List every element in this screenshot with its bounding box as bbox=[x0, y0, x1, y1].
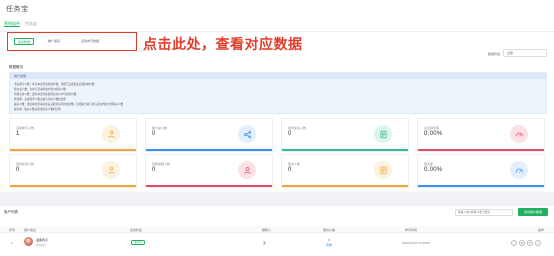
stat-card: 助力总人数 0 bbox=[145, 118, 273, 152]
breadcrumb: 营销插件 / 任务宝 bbox=[0, 20, 554, 32]
settings-icon[interactable]: ⚙ bbox=[519, 240, 525, 246]
stats-title: 数据概况 bbox=[9, 65, 23, 69]
referrer: 无 bbox=[263, 241, 267, 245]
share-icon bbox=[238, 125, 256, 143]
notice-title: 统计说明 bbox=[10, 73, 546, 79]
chevron-down-icon: ⌄ bbox=[541, 51, 544, 55]
gauge-icon bbox=[510, 161, 528, 179]
user-nickname: 温柔的平 bbox=[36, 238, 49, 242]
column-header: 序号 bbox=[9, 227, 16, 232]
stat-card: 新增关注人数 0 bbox=[281, 118, 409, 152]
notice-line: 新增关注人数：通过本次活动新增关注公众号的用户数 bbox=[14, 93, 77, 96]
column-header: 任务状态 bbox=[130, 227, 143, 232]
search-input[interactable] bbox=[455, 209, 513, 216]
stat-card: 活动参与人数 1 bbox=[9, 118, 137, 152]
notice-line: 取关人数：通过本次活动关注后又取消关注的用户数，包括助力者与参与者在内的全部取关… bbox=[14, 103, 123, 106]
breadcrumb-separator: / bbox=[21, 21, 23, 26]
stat-label: 取关人数 bbox=[288, 162, 301, 166]
stat-accent-bar bbox=[146, 149, 272, 151]
notice-line: 活动参与人数：参与本次活动的用户数，包括已完成及未完成的用户数 bbox=[14, 83, 95, 86]
stat-accent-bar bbox=[282, 185, 408, 187]
tabs-panel: 任务数据 推广渠道 活动参与数据 点击此处，查看对应数据 数据筛选 全部 ⌄ bbox=[0, 32, 554, 62]
stat-value: 0 bbox=[152, 131, 156, 137]
document-icon bbox=[374, 161, 392, 179]
stat-value: 0 bbox=[152, 167, 156, 173]
user-icon bbox=[238, 161, 256, 179]
column-header: 参与时间 bbox=[405, 227, 418, 232]
delete-icon[interactable]: × bbox=[535, 240, 541, 246]
stat-label: 活动参与人数 bbox=[16, 126, 35, 130]
participation-time: 2023-09-07 17:03:59 bbox=[402, 241, 430, 245]
stat-value: 0 bbox=[288, 131, 292, 137]
stat-value: 0.00% bbox=[424, 131, 443, 137]
stat-card: 取关率 0.00% bbox=[417, 154, 545, 188]
export-button[interactable]: 导出用户数据 bbox=[518, 208, 548, 216]
column-header: 邀请人数 bbox=[323, 227, 336, 232]
stat-value: 0 bbox=[288, 167, 292, 173]
column-header: 操作 bbox=[538, 227, 545, 232]
table-row: 1 温柔的平 粉丝编号 进行中 无 0 查看 2023-09-07 17:03:… bbox=[0, 234, 554, 254]
stat-card: 取关人数 0 bbox=[281, 154, 409, 188]
filter-select[interactable]: 全部 ⌄ bbox=[503, 49, 547, 57]
user-hand-icon bbox=[102, 125, 120, 143]
user-hand-icon bbox=[102, 161, 120, 179]
stat-accent-bar bbox=[418, 185, 544, 187]
edit-icon[interactable]: ✎ bbox=[527, 240, 533, 246]
column-header: 推荐人 bbox=[262, 227, 272, 232]
stat-accent-bar bbox=[10, 149, 136, 151]
stats-panel: 数据概况 统计说明 活动参与人数：参与本次活动的用户数，包括已完成及未完成的用户… bbox=[0, 62, 554, 192]
invite-count: 0 bbox=[328, 238, 330, 242]
stat-label: 新增关注人数 bbox=[288, 126, 307, 130]
top-bar: 任务宝 bbox=[0, 0, 554, 20]
stat-label: 关注转化率 bbox=[424, 126, 440, 130]
document-icon bbox=[374, 125, 392, 143]
stat-accent-bar bbox=[282, 149, 408, 151]
filter-label: 数据筛选 bbox=[488, 52, 501, 56]
tab-task-data[interactable]: 任务数据 bbox=[14, 38, 34, 45]
breadcrumb-current: 任务宝 bbox=[25, 21, 37, 26]
stat-label: 领取奖励人数 bbox=[152, 162, 171, 166]
user-subtext: 粉丝编号 bbox=[36, 244, 47, 247]
gauge-icon bbox=[510, 125, 528, 143]
tab-participation-data[interactable]: 活动参与数据 bbox=[76, 38, 104, 45]
user-list-panel: 用户列表 导出用户数据 序号 用户信息 任务状态 推荐人 邀请人数 参与时间 操… bbox=[0, 206, 554, 256]
stat-card: 完成任务人数 0 bbox=[9, 154, 137, 188]
column-header: 用户信息 bbox=[24, 227, 37, 232]
table-header: 序号 用户信息 任务状态 推荐人 邀请人数 参与时间 操作 bbox=[0, 226, 554, 233]
stat-accent-bar bbox=[418, 149, 544, 151]
notice-line: 转化率：完成任务人数占参与活动人数的比例 bbox=[14, 98, 66, 101]
avatar bbox=[24, 237, 33, 246]
stat-value: 0.00% bbox=[424, 167, 443, 173]
stat-label: 助力总人数 bbox=[152, 126, 168, 130]
view-icon[interactable]: ◦ bbox=[511, 240, 517, 246]
stat-card: 关注转化率 0.00% bbox=[417, 118, 545, 152]
row-index: 1 bbox=[11, 241, 13, 245]
tabs-highlight-box: 任务数据 推广渠道 活动参与数据 bbox=[7, 32, 137, 51]
tabs-annotation-hint: 点击此处，查看对应数据 bbox=[143, 36, 303, 52]
stat-label: 完成任务人数 bbox=[16, 162, 35, 166]
breadcrumb-root-link[interactable]: 营销插件 bbox=[4, 21, 20, 27]
notice-line: 取关率：取关人数占新增关注人数的比例 bbox=[14, 108, 61, 111]
status-badge: 进行中 bbox=[131, 240, 145, 245]
tab-promotion-channels[interactable]: 推广渠道 bbox=[46, 38, 62, 45]
stat-label: 取关率 bbox=[424, 162, 434, 166]
list-title: 用户列表 bbox=[4, 210, 18, 214]
stat-value: 0 bbox=[16, 167, 20, 173]
stat-accent-bar bbox=[10, 185, 136, 187]
page-title: 任务宝 bbox=[6, 6, 29, 13]
stat-accent-bar bbox=[146, 185, 272, 187]
stat-card: 领取奖励人数 0 bbox=[145, 154, 273, 188]
notice-line: 助力总人数：为参与活动的用户助力的总人数 bbox=[14, 88, 66, 91]
stat-value: 1 bbox=[16, 131, 20, 137]
stats-notice: 统计说明 活动参与人数：参与本次活动的用户数，包括已完成及未完成的用户数 助力总… bbox=[9, 72, 547, 114]
invite-detail-link[interactable]: 查看 bbox=[326, 243, 332, 247]
filter-select-value: 全部 bbox=[507, 51, 514, 55]
